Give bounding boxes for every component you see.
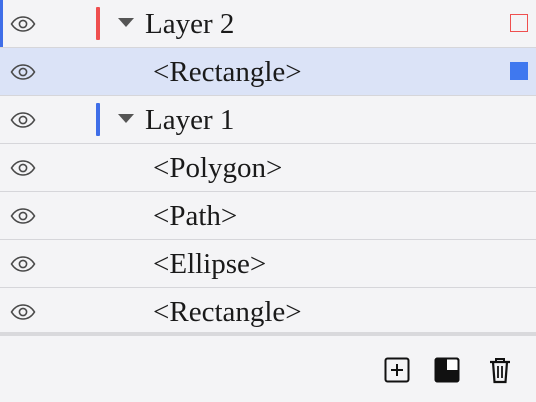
add-layer-icon[interactable] — [383, 356, 411, 384]
sublayer-name: <Ellipse> — [153, 248, 267, 280]
layer-name: Layer 1 — [145, 104, 235, 136]
eye-icon[interactable] — [9, 108, 37, 132]
sublayer-row-rectangle[interactable]: <Rectangle> — [0, 288, 536, 335]
layers-panel: Layer 2 <Rectangle> Layer 1 <Polygon> <P… — [0, 0, 536, 402]
sublayer-row-ellipse[interactable]: <Ellipse> — [0, 240, 536, 288]
sublayer-name: <Polygon> — [153, 152, 283, 184]
layer-color-bar — [96, 7, 100, 40]
sublayer-name: <Rectangle> — [153, 56, 302, 88]
clipping-mask-icon[interactable] — [433, 356, 461, 384]
selection-indicator[interactable] — [510, 62, 528, 80]
eye-icon[interactable] — [9, 60, 37, 84]
sublayer-name: <Path> — [153, 200, 238, 232]
layer-row-layer-2[interactable]: Layer 2 — [0, 0, 536, 48]
eye-icon[interactable] — [9, 204, 37, 228]
sublayer-row-path[interactable]: <Path> — [0, 192, 536, 240]
layers-list: Layer 2 <Rectangle> Layer 1 <Polygon> <P… — [0, 0, 536, 335]
caret-down-icon[interactable] — [118, 18, 134, 27]
layer-row-layer-1[interactable]: Layer 1 — [0, 96, 536, 144]
eye-icon[interactable] — [9, 156, 37, 180]
eye-icon[interactable] — [9, 252, 37, 276]
eye-icon[interactable] — [9, 300, 37, 324]
trash-icon[interactable] — [486, 356, 514, 384]
sublayer-row-rectangle[interactable]: <Rectangle> — [0, 48, 536, 96]
layer-color-bar — [96, 103, 100, 136]
layers-toolbar — [0, 336, 536, 402]
eye-icon[interactable] — [9, 12, 37, 36]
layer-name: Layer 2 — [145, 8, 235, 40]
sublayer-row-polygon[interactable]: <Polygon> — [0, 144, 536, 192]
layer-target-indicator[interactable] — [510, 14, 528, 32]
caret-down-icon[interactable] — [118, 114, 134, 123]
sublayer-name: <Rectangle> — [153, 296, 302, 328]
